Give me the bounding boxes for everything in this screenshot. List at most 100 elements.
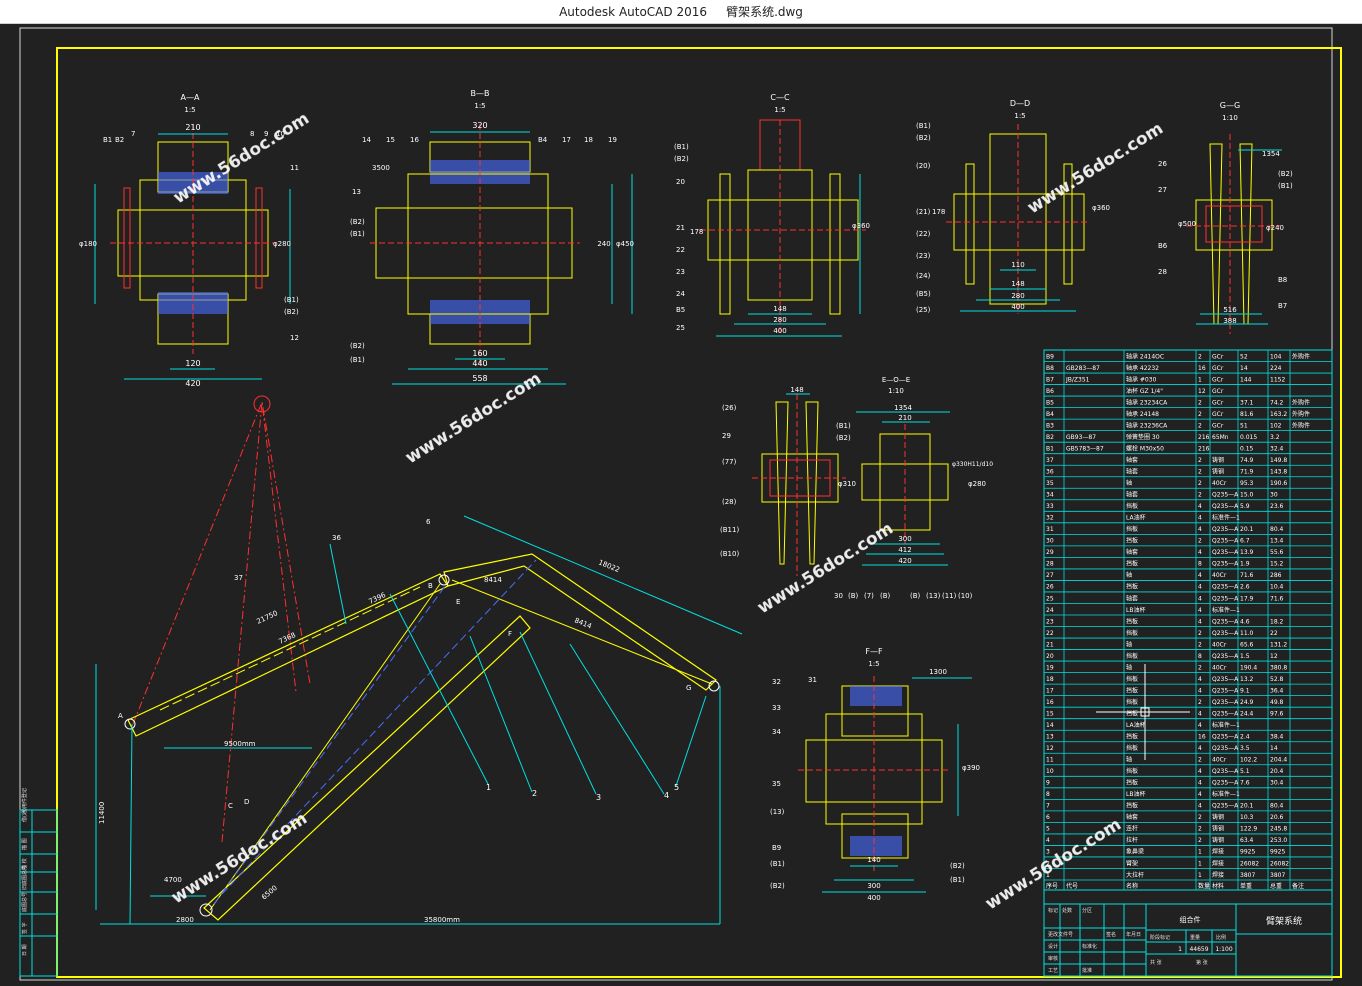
rev-label-1: 描 图 xyxy=(21,838,28,850)
label-ff-34: 34 xyxy=(772,728,781,736)
table-cell: GCr xyxy=(1212,388,1224,395)
table-cell: 4 xyxy=(1198,607,1202,614)
tb-label-11: 阶段标记 xyxy=(1150,934,1170,941)
table-cell: 216 xyxy=(1198,445,1210,452)
view-bb[interactable]: B—B 1:5 320 3500 160 440 558 240 φ450 14… xyxy=(350,89,634,385)
table-cell: B6 xyxy=(1046,388,1054,395)
table-cell: 挡板 xyxy=(1126,675,1138,683)
dim-dd-400: 400 xyxy=(1011,303,1024,311)
view-gg-scale: 1:10 xyxy=(1222,114,1238,122)
main-boom-view[interactable]: 21750 7368 7396 18022 8414 8414 9500mm 1… xyxy=(95,395,743,925)
table-cell: 焊接 xyxy=(1212,848,1224,856)
table-cell: 外购件 xyxy=(1292,352,1310,360)
table-header-cell: 代号 xyxy=(1066,882,1078,890)
title-weight: 44659 xyxy=(1189,946,1208,953)
cad-drawing: A—A 1:5 210 120 420 φ180 φ280 B1 B2 7 8 … xyxy=(19,27,1342,981)
label-bb-14: 14 xyxy=(362,136,371,144)
table-cell: 4 xyxy=(1198,791,1202,798)
table-cell: 63.4 xyxy=(1240,837,1254,844)
view-dd-scale: 1:5 xyxy=(1014,112,1025,120)
table-row: B3 轴承 23236CA 2 GCr 51 102 外购件 xyxy=(1046,421,1310,429)
view-ff[interactable]: F—F 1:5 1300 φ390 140 300 400 32 31 33 3… xyxy=(770,647,980,902)
table-cell: GCr xyxy=(1212,365,1224,372)
drawing-canvas[interactable]: A—A 1:5 210 120 420 φ180 φ280 B1 B2 7 8 … xyxy=(0,24,1362,986)
table-cell: 6 xyxy=(1046,814,1050,821)
table-cell: 37.1 xyxy=(1240,399,1254,406)
table-cell: 51 xyxy=(1240,422,1248,429)
table-header-cell: 材料 xyxy=(1212,882,1224,890)
table-cell: 55.6 xyxy=(1270,549,1284,556)
table-cell: 焊接 xyxy=(1212,859,1224,867)
table-cell: 4 xyxy=(1198,676,1202,683)
table-cell: 轴套 xyxy=(1126,548,1138,556)
dim-gg-1354: 1354 xyxy=(1262,150,1280,158)
table-row: 7 挡板 4 Q235—A 20.1 80.4 xyxy=(1046,802,1284,810)
label-aa-11: 11 xyxy=(290,164,299,172)
table-cell: 2 xyxy=(1198,353,1202,360)
rev-label-0: 借(通)用件登记 xyxy=(21,788,28,822)
table-cell: 40Cr xyxy=(1212,480,1227,487)
table-cell: 15.2 xyxy=(1270,561,1284,568)
table-row: 24 LB油杯 4 标准件—1 xyxy=(1046,606,1240,614)
table-cell: Q235—A xyxy=(1212,768,1239,775)
table-cell: 轴套 xyxy=(1126,456,1138,464)
table-cell: 3807 xyxy=(1240,872,1255,879)
label-aa-b2-ref: (B2) xyxy=(284,308,299,316)
dim-bb-3500: 3500 xyxy=(372,164,390,172)
table-cell: 外购件 xyxy=(1292,398,1310,406)
bom-table[interactable]: B9 轴承 2414OC 2 GCr 52 104 外购件B8 GB283—87 轴承 4223… xyxy=(1043,349,1333,977)
view-eoe[interactable]: E—O—E 1:10 148 1354 210 φ310 φ330H11/d10… xyxy=(720,376,993,600)
view-dd[interactable]: D—D 1:5 178 110 148 280 400 φ360 (B1) (B… xyxy=(916,99,1110,314)
table-cell: 29 xyxy=(1046,549,1054,556)
view-gg[interactable]: G—G 1:10 1354 φ500 φ240 516 388 26 27 B6… xyxy=(1158,101,1293,334)
table-header-cell: 名称 xyxy=(1126,882,1138,890)
table-cell: 3.2 xyxy=(1270,434,1280,441)
table-row: 23 挡板 4 Q235—A 4.6 18.2 xyxy=(1046,617,1284,625)
table-cell: 10 xyxy=(1046,768,1054,775)
table-cell: 4 xyxy=(1198,572,1202,579)
table-cell: 20.6 xyxy=(1270,814,1284,821)
label-bb-b4: B4 xyxy=(538,136,548,144)
table-row: 22 挡板 2 Q235—A 11.0 22 xyxy=(1046,629,1278,637)
table-cell: 挡板 xyxy=(1126,537,1138,545)
dim-bb-440: 440 xyxy=(472,359,487,368)
label-eoe-11: (11) xyxy=(942,592,957,600)
table-cell: 102.2 xyxy=(1240,757,1257,764)
dim-gg-phi500: φ500 xyxy=(1178,220,1196,228)
dim-dd-phi360: φ360 xyxy=(1092,204,1110,212)
view-gg-title: G—G xyxy=(1220,101,1240,110)
table-cell: 2 xyxy=(1198,664,1202,671)
title-drawing-name: 臂架系统 xyxy=(1266,915,1302,927)
table-cell: Q235—A xyxy=(1212,595,1239,602)
label-dd-24: (24) xyxy=(916,272,931,280)
table-cell: 挡板 xyxy=(1126,802,1138,810)
tb-label-14: 共 张 xyxy=(1150,959,1162,966)
dim-cc-phi360: φ360 xyxy=(852,222,870,230)
dim-eoe-148: 148 xyxy=(790,386,803,394)
table-cell: 14 xyxy=(1046,722,1054,729)
view-cc[interactable]: C—C 1:5 178 148 280 400 φ360 (B1) (B2) 2… xyxy=(674,93,870,337)
table-cell: B5 xyxy=(1046,399,1054,406)
dim-main-6500: 6500 xyxy=(260,884,279,902)
dim-bb-160: 160 xyxy=(472,349,487,358)
label-gg-28: 28 xyxy=(1158,268,1167,276)
table-cell: Q235—A xyxy=(1212,803,1239,810)
table-cell: 10.4 xyxy=(1270,584,1284,591)
dim-eoe-300: 300 xyxy=(898,535,911,543)
dim-aa-420: 420 xyxy=(185,379,200,388)
table-cell: 3.5 xyxy=(1240,745,1250,752)
tb-label-7: 标准化 xyxy=(1082,943,1097,950)
table-cell: GCr xyxy=(1212,422,1224,429)
label-eoe-b-b: (B) xyxy=(880,592,891,600)
table-cell: 4 xyxy=(1198,549,1202,556)
table-cell: 挡板 xyxy=(1126,779,1138,787)
table-cell: 9.1 xyxy=(1240,687,1250,694)
dim-dd-110: 110 xyxy=(1011,261,1024,269)
table-row: 9 挡板 4 Q235—A 7.6 30.4 xyxy=(1046,779,1284,787)
table-cell: 轴 xyxy=(1126,571,1132,579)
table-cell: 4 xyxy=(1198,687,1202,694)
table-cell: 轴套 xyxy=(1126,491,1138,499)
label-main-6: 6 xyxy=(426,518,431,526)
dim-cc-178: 178 xyxy=(690,228,703,236)
table-cell: Q235—A xyxy=(1212,780,1239,787)
